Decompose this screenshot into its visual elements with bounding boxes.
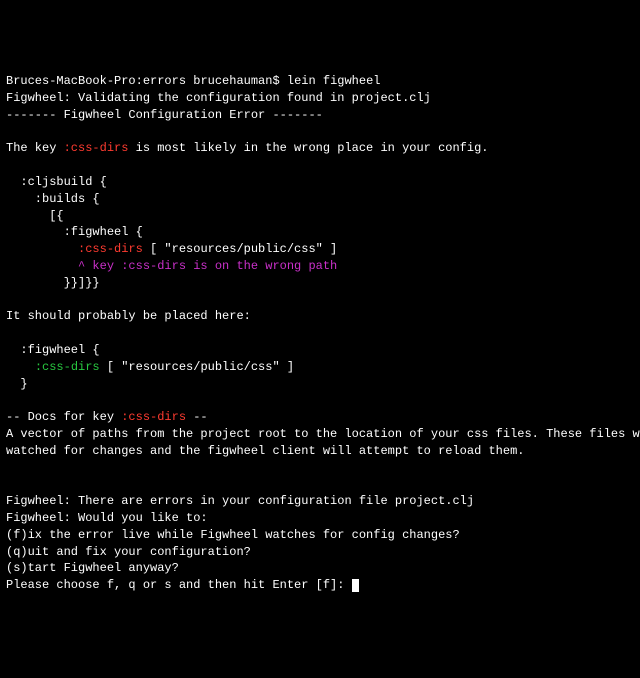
cursor[interactable] (352, 579, 359, 592)
blank-line (6, 476, 634, 493)
key-highlight: :css-dirs (64, 141, 129, 155)
output-line: It should probably be placed here: (6, 308, 634, 325)
prompt-cmd: lein figwheel (287, 74, 381, 88)
key-doc: :css-dirs (121, 410, 186, 424)
prompt-user: brucehauman (193, 74, 272, 88)
code-line: :css-dirs [ "resources/public/css" ] (6, 241, 634, 258)
blank-line (6, 392, 634, 409)
option-line: (f)ix the error live while Figwheel watc… (6, 527, 634, 544)
code-line: }}]}} (6, 275, 634, 292)
output-line: Figwheel: Would you like to: (6, 510, 634, 527)
docs-header: -- Docs for key :css-dirs -- (6, 409, 634, 426)
code-line: :css-dirs [ "resources/public/css" ] (6, 359, 634, 376)
key-error: :css-dirs (78, 242, 143, 256)
prompt-host: Bruces-MacBook-Pro (6, 74, 136, 88)
docs-line: A vector of paths from the project root … (6, 426, 634, 443)
code-line: ^ key :css-dirs is on the wrong path (6, 258, 634, 275)
prompt-line: Bruces-MacBook-Pro:errors brucehauman$ l… (6, 73, 634, 90)
blank-line (6, 292, 634, 309)
blank-line (6, 157, 634, 174)
blank-line (6, 124, 634, 141)
option-line: (s)tart Figwheel anyway? (6, 560, 634, 577)
docs-line: watched for changes and the figwheel cli… (6, 443, 634, 460)
terminal-output[interactable]: Bruces-MacBook-Pro:errors brucehauman$ l… (6, 73, 634, 594)
output-line: Figwheel: There are errors in your confi… (6, 493, 634, 510)
error-pointer: ^ key :css-dirs is on the wrong path (78, 259, 337, 273)
code-line: :cljsbuild { (6, 174, 634, 191)
key-correct: :css-dirs (35, 360, 100, 374)
code-line: :figwheel { (6, 342, 634, 359)
prompt-input-line[interactable]: Please choose f, q or s and then hit Ent… (6, 577, 634, 594)
code-line: :builds { (6, 191, 634, 208)
blank-line (6, 325, 634, 342)
output-line: Figwheel: Validating the configuration f… (6, 90, 634, 107)
blank-line (6, 460, 634, 477)
code-line: :figwheel { (6, 224, 634, 241)
code-line: [{ (6, 208, 634, 225)
output-line: The key :css-dirs is most likely in the … (6, 140, 634, 157)
prompt-dir: errors (143, 74, 186, 88)
option-line: (q)uit and fix your configuration? (6, 544, 634, 561)
code-line: } (6, 376, 634, 393)
output-line: ------- Figwheel Configuration Error ---… (6, 107, 634, 124)
